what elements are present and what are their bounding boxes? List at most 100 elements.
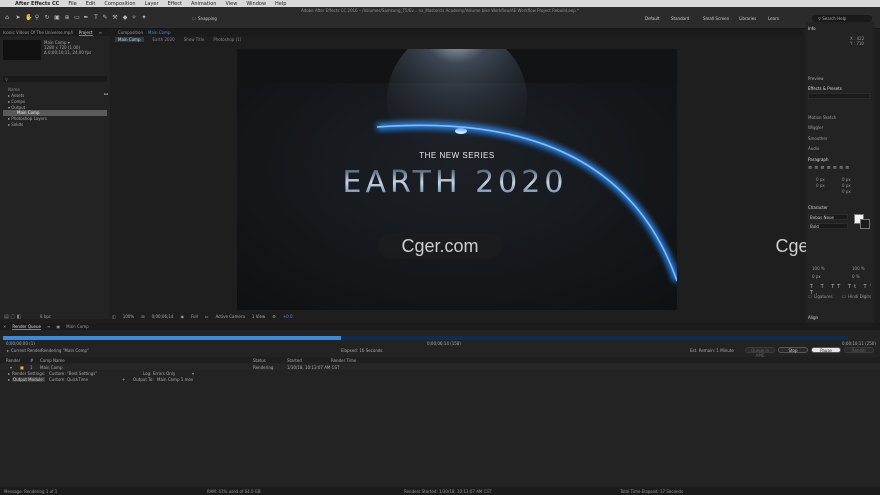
para-indent-first[interactable]: 0 px: [816, 183, 825, 188]
menu-layer[interactable]: Layer: [145, 1, 159, 7]
workspace-default[interactable]: Default: [645, 16, 660, 21]
home-icon[interactable]: ⌂: [4, 15, 10, 21]
info-panel-title[interactable]: Info: [808, 26, 816, 31]
preview-panel-title[interactable]: Preview: [808, 76, 824, 81]
para-indent-left[interactable]: 0 px: [816, 177, 825, 182]
menu-window[interactable]: Window: [246, 1, 266, 7]
always-preview-icon[interactable]: ◫: [112, 314, 116, 319]
menu-effect[interactable]: Effect: [168, 1, 182, 7]
font-family-select[interactable]: Bebas Neue: [808, 214, 848, 220]
tab-main-comp[interactable]: Main Comp: [115, 37, 144, 42]
col-comp-name[interactable]: Comp Name: [40, 358, 65, 363]
bpc-label[interactable]: 8 bpc: [40, 314, 51, 319]
expand-row-icon[interactable]: ▾: [10, 365, 12, 370]
puppet-tool-icon[interactable]: ✦: [141, 15, 147, 21]
col-render[interactable]: Render: [6, 358, 20, 363]
pause-button[interactable]: Pause: [811, 347, 841, 353]
para-indent-right[interactable]: 0 px: [842, 177, 851, 182]
clone-tool-icon[interactable]: ⚒: [112, 15, 118, 21]
tab-footage[interactable]: Iconic Videos Of The Universe.mp4: [3, 30, 73, 35]
selection-tool-icon[interactable]: ➤: [15, 15, 21, 21]
project-column-name[interactable]: Name: [8, 87, 20, 92]
preset-audio[interactable]: Audio: [808, 146, 819, 151]
project-folder-solids[interactable]: ▸ Solids: [3, 122, 107, 128]
current-time[interactable]: 0;00;06;14: [152, 314, 174, 319]
vertical-scale[interactable]: 100 %: [812, 266, 825, 271]
stroke-color-swatch[interactable]: [860, 219, 870, 229]
render-settings-value[interactable]: Custom: "Best Settings": [49, 371, 97, 376]
character-panel-title[interactable]: Character: [808, 205, 828, 210]
preset-smoother[interactable]: Smoother: [808, 136, 828, 141]
expand-current-render-icon[interactable]: ▸: [7, 348, 9, 353]
panel-menu-icon[interactable]: ≡: [47, 324, 50, 329]
paragraph-panel-title[interactable]: Paragraph: [808, 157, 829, 162]
expand-render-settings-icon[interactable]: ▸: [8, 371, 10, 376]
brush-tool-icon[interactable]: ✎: [102, 15, 108, 21]
output-module-value[interactable]: Custom: QuickTime: [49, 377, 88, 382]
hindi-digits-checkbox-icon[interactable]: ☐: [842, 294, 846, 299]
col-number[interactable]: #: [30, 358, 33, 363]
queue-in-ame-button[interactable]: Queue in AME: [745, 347, 775, 358]
effects-search-input[interactable]: [808, 93, 870, 99]
menu-animation[interactable]: Animation: [191, 1, 217, 7]
roto-brush-tool-icon[interactable]: ✧: [131, 15, 137, 21]
baseline-shift[interactable]: 0 px: [812, 274, 821, 279]
menu-help[interactable]: Help: [275, 1, 286, 7]
view-layout-select[interactable]: 1 View: [252, 314, 265, 319]
workspace-standard[interactable]: Standard: [671, 16, 689, 21]
chevron-down-icon[interactable]: ▾: [192, 371, 194, 376]
project-search-input[interactable]: [3, 76, 107, 82]
interpret-footage-icon[interactable]: ▤ ▢ ◧: [4, 314, 21, 320]
magnification-select[interactable]: 100%: [123, 314, 134, 319]
tab-show-title[interactable]: Show Title: [184, 37, 205, 42]
workspace-learn[interactable]: Learn: [768, 16, 779, 21]
close-icon[interactable]: ×: [3, 324, 6, 329]
menu-edit[interactable]: Edit: [86, 1, 96, 7]
tab-earth-2020[interactable]: Earth 2020: [153, 37, 175, 42]
log-select[interactable]: Errors Only: [153, 371, 175, 376]
tsume[interactable]: 0 %: [852, 274, 860, 279]
snapping-label[interactable]: Snapping: [198, 16, 217, 21]
preset-wiggler[interactable]: Wiggler: [808, 125, 823, 130]
menu-composition[interactable]: Composition: [104, 1, 135, 7]
add-output-icon[interactable]: +: [122, 377, 125, 382]
exposure-value[interactable]: +0.0: [283, 314, 293, 319]
tab-photoshop[interactable]: Photoshop (1): [213, 37, 241, 42]
camera-tool-icon[interactable]: ▣: [54, 15, 60, 21]
tab-render-queue[interactable]: Render Queue: [12, 324, 42, 330]
ligatures-checkbox-icon[interactable]: ☐: [808, 294, 812, 299]
composition-viewer[interactable]: THE NEW SERIES EARTH 2020: [237, 49, 677, 310]
para-space-after[interactable]: 0 px: [842, 189, 851, 194]
snapping-checkbox-icon[interactable]: ☐: [192, 16, 196, 21]
safe-area-icon[interactable]: ⊞: [141, 314, 144, 319]
rotate-tool-icon[interactable]: ↻: [44, 15, 50, 21]
snapshot-icon[interactable]: ◉: [180, 314, 184, 319]
zoom-tool-icon[interactable]: ⚲: [34, 15, 40, 21]
para-space-before[interactable]: 0 px: [842, 183, 851, 188]
horizontal-scale[interactable]: 100 %: [852, 266, 865, 271]
composition-panel-name[interactable]: Main Comp: [148, 30, 171, 35]
paragraph-align-icons[interactable]: ≡≡≡≡≡≡≡: [808, 165, 851, 171]
expand-output-module-icon[interactable]: ▸: [8, 377, 10, 382]
col-render-time[interactable]: Render Time: [331, 358, 356, 363]
hand-tool-icon[interactable]: ✋: [25, 15, 32, 21]
type-tool-icon[interactable]: T: [93, 15, 99, 21]
pen-tool-icon[interactable]: ✒: [83, 15, 89, 21]
resolution-select[interactable]: Full: [191, 314, 198, 319]
render-button[interactable]: Render: [844, 347, 874, 353]
region-of-interest-icon[interactable]: ▭: [205, 314, 209, 319]
output-to-value[interactable]: Main Comp 1.mov: [157, 377, 193, 382]
effects-presets-title[interactable]: Effects & Presets: [808, 86, 842, 91]
pan-behind-tool-icon[interactable]: ⊕: [64, 15, 70, 21]
preset-motion-sketch[interactable]: Motion Sketch: [808, 115, 836, 120]
search-help-input[interactable]: ⚲ Search Help: [812, 15, 872, 22]
mask-tool-icon[interactable]: ▭: [74, 15, 80, 21]
menu-app-name[interactable]: After Effects CC: [15, 1, 59, 7]
col-status[interactable]: Status: [253, 358, 266, 363]
workspace-libraries[interactable]: Libraries: [739, 16, 756, 21]
menu-view[interactable]: View: [225, 1, 237, 7]
render-queue-row[interactable]: ▾ ■ 1 Main Comp Rendering 1/30/18, 10:13…: [0, 364, 880, 370]
tab-main-comp-timeline[interactable]: Main Comp: [66, 324, 89, 329]
panel-menu-icon[interactable]: ≡: [99, 30, 102, 35]
render-checkbox-icon[interactable]: ■: [20, 365, 24, 370]
